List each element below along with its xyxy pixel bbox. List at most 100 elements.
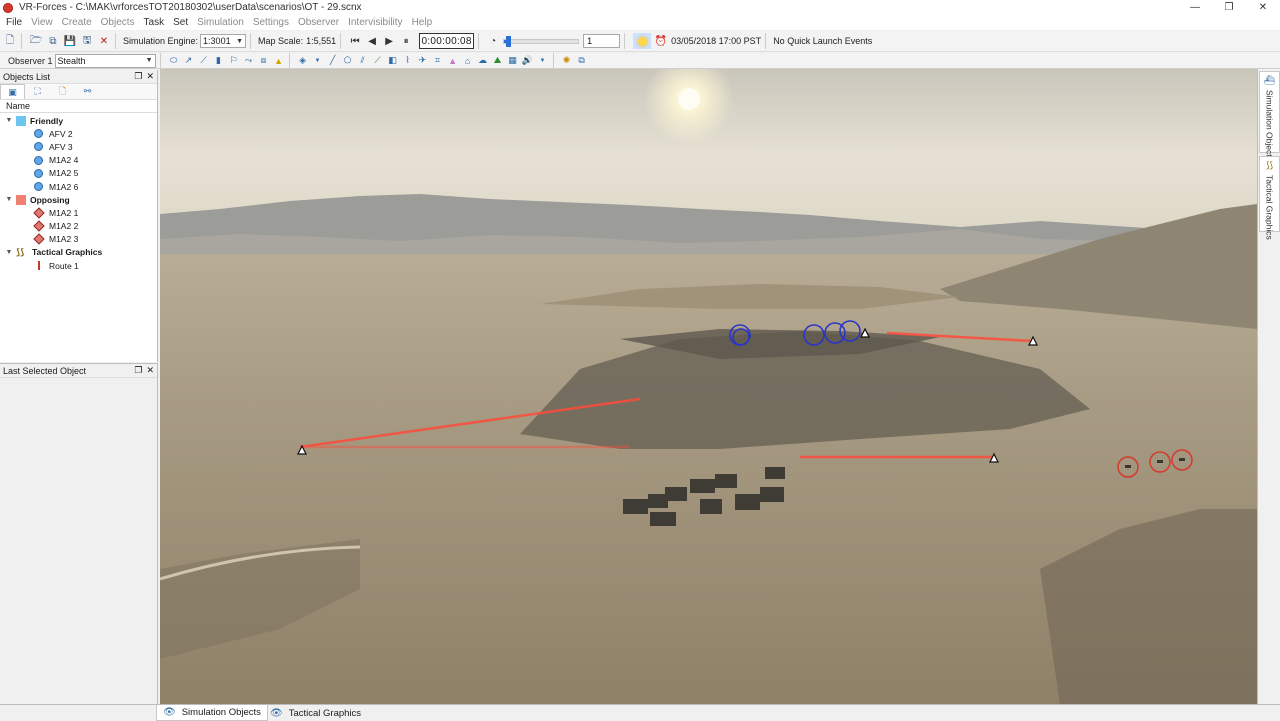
speed-slider[interactable]: [503, 35, 580, 47]
line-graphic-icon[interactable]: ╱: [327, 55, 339, 67]
list-item[interactable]: AFV 2: [0, 127, 157, 140]
weather-sun-icon[interactable]: [633, 33, 652, 49]
building-icon[interactable]: ⌂: [462, 55, 474, 67]
main-toolbar: 🗋 🗁 ⧉ 💾 🖫 ✕ Simulation Engine: 1:3001 ▼ …: [0, 31, 1280, 52]
list-item[interactable]: Route 1: [0, 259, 157, 272]
tactical-graphic-point-icon[interactable]: ◈: [297, 55, 309, 67]
aggregate-tool-icon[interactable]: ⚐: [228, 55, 240, 67]
opposing-unit-icon: [33, 233, 45, 245]
menu-task[interactable]: Task: [141, 17, 171, 28]
list-item[interactable]: M1A2 5: [0, 167, 157, 180]
close-panel-icon[interactable]: ✕: [146, 365, 154, 376]
cloud-icon[interactable]: ☁: [477, 55, 489, 67]
tab-document-view[interactable]: 🗋: [50, 84, 75, 99]
float-panel-icon[interactable]: ❐: [134, 365, 142, 376]
road-icon[interactable]: ⌇: [402, 55, 414, 67]
sector-icon[interactable]: ◧: [387, 55, 399, 67]
minimize-button[interactable]: —: [1178, 0, 1212, 15]
area-graphic-icon[interactable]: ⬠: [342, 55, 354, 67]
list-item[interactable]: M1A2 4: [0, 154, 157, 167]
friendly-unit-icon: [34, 142, 43, 152]
save-icon[interactable]: 💾: [63, 34, 77, 48]
select-tool-icon[interactable]: ⬭: [168, 55, 180, 67]
tab-tactical-graphics[interactable]: 👁 Tactical Graphics: [264, 705, 367, 721]
menu-set[interactable]: Set: [170, 17, 194, 28]
toolbar-separator: [552, 52, 554, 69]
close-panel-icon[interactable]: ✕: [146, 71, 154, 82]
tree-group-friendly[interactable]: ▼ Friendly: [0, 114, 157, 127]
entity-tool-icon[interactable]: ▮: [213, 55, 225, 67]
warning-icon[interactable]: ▲: [273, 55, 285, 67]
bridge-icon[interactable]: ⌗: [432, 55, 444, 67]
waypoint-icon[interactable]: ✈: [417, 55, 429, 67]
window-controls: — ❐ ✕: [1178, 0, 1280, 15]
toolbar-separator: [288, 52, 290, 69]
tab-list-view[interactable]: ▣: [0, 84, 25, 99]
open-folder-icon[interactable]: 🗁: [29, 34, 43, 48]
polyline-icon[interactable]: ⟋: [372, 55, 384, 67]
speed-multiplier-input[interactable]: 1: [583, 34, 621, 48]
tab-simulation-objects-dock[interactable]: ⛴ Simulation Objects: [1259, 71, 1280, 161]
menu-simulation[interactable]: Simulation: [194, 17, 250, 28]
panel-controls: ❐ ✕: [134, 71, 154, 82]
dropdown-arrow-icon[interactable]: ▼: [312, 55, 324, 67]
export-icon[interactable]: ⧉: [576, 55, 588, 67]
step-back-icon[interactable]: ◀: [365, 34, 379, 48]
objects-view-tabs: ▣ ⛶ 🗋 ⚯: [0, 84, 157, 100]
menu-objects[interactable]: Objects: [98, 17, 141, 28]
open-recent-icon[interactable]: ⧉: [46, 34, 60, 48]
column-header-name[interactable]: Name: [0, 100, 157, 113]
opposing-unit-icon: [33, 207, 45, 219]
unit-label: M1A2 1: [49, 207, 79, 218]
observer-mode-select[interactable]: Stealth ▼: [54, 53, 156, 68]
pause-icon[interactable]: ⏸: [399, 34, 413, 48]
menu-settings[interactable]: Settings: [250, 17, 295, 28]
friendly-unit-icon: [34, 155, 43, 165]
3d-viewport[interactable]: [160, 69, 1257, 704]
route-tool-icon[interactable]: ⤳: [243, 55, 255, 67]
tab-organization-view[interactable]: ⚯: [75, 84, 100, 99]
tab-tactical-graphics-dock[interactable]: ⟆⟆ Tactical Graphics: [1259, 156, 1280, 240]
pan-tool-icon[interactable]: ↗: [183, 55, 195, 67]
chevron-down-icon[interactable]: ▼: [4, 249, 14, 256]
menu-file[interactable]: File: [3, 17, 28, 28]
menu-help[interactable]: Help: [409, 17, 439, 28]
menu-observer[interactable]: Observer: [295, 17, 345, 28]
map-icon[interactable]: ▦: [507, 55, 519, 67]
menu-create[interactable]: Create: [59, 17, 98, 28]
menu-intervisibility[interactable]: Intervisibility: [345, 17, 408, 28]
dropdown-arrow-icon[interactable]: ▼: [537, 55, 549, 67]
measure-tool-icon[interactable]: ⟋: [198, 55, 210, 67]
tree-group-tactical-graphics[interactable]: ▼ ⟆⟆ Tactical Graphics: [0, 246, 157, 259]
list-item[interactable]: M1A2 6: [0, 180, 157, 193]
list-item[interactable]: M1A2 1: [0, 206, 157, 219]
obstacle-icon[interactable]: ▲: [447, 55, 459, 67]
time-of-day-clock-icon[interactable]: ⏰: [654, 34, 668, 48]
view-3d-icon[interactable]: ⧈: [258, 55, 270, 67]
chevron-down-icon[interactable]: ▼: [4, 117, 14, 124]
sim-engine-select[interactable]: 1:3001 ▼: [200, 34, 247, 48]
plugin-icon[interactable]: ✺: [561, 55, 573, 67]
float-panel-icon[interactable]: ❐: [134, 71, 142, 82]
terrain-icon[interactable]: ⛰: [492, 55, 504, 67]
sound-icon[interactable]: 🔊: [522, 55, 534, 67]
quick-launch-status[interactable]: No Quick Launch Events: [773, 36, 872, 46]
list-item[interactable]: AFV 3: [0, 140, 157, 153]
maximize-button[interactable]: ❐: [1212, 0, 1246, 15]
tab-hierarchy-view[interactable]: ⛶: [25, 84, 50, 99]
close-scenario-icon[interactable]: ✕: [97, 34, 111, 48]
new-file-icon[interactable]: 🗋: [3, 34, 17, 48]
close-window-button[interactable]: ✕: [1246, 0, 1280, 15]
play-icon[interactable]: ▶: [382, 34, 396, 48]
list-item[interactable]: M1A2 3: [0, 233, 157, 246]
list-item[interactable]: M1A2 2: [0, 220, 157, 233]
tree-group-opposing[interactable]: ▼ Opposing: [0, 193, 157, 206]
speed-slider-thumb[interactable]: [505, 35, 511, 47]
tab-simulation-objects[interactable]: 👁 Simulation Objects: [156, 705, 268, 721]
save-as-icon[interactable]: 🖫: [80, 34, 94, 48]
phase-line-icon[interactable]: ⫽: [357, 55, 369, 67]
chevron-down-icon[interactable]: ▼: [4, 196, 14, 203]
scene-render[interactable]: [160, 69, 1257, 704]
rewind-icon[interactable]: ⏮: [348, 34, 362, 48]
menu-view[interactable]: View: [28, 17, 59, 28]
